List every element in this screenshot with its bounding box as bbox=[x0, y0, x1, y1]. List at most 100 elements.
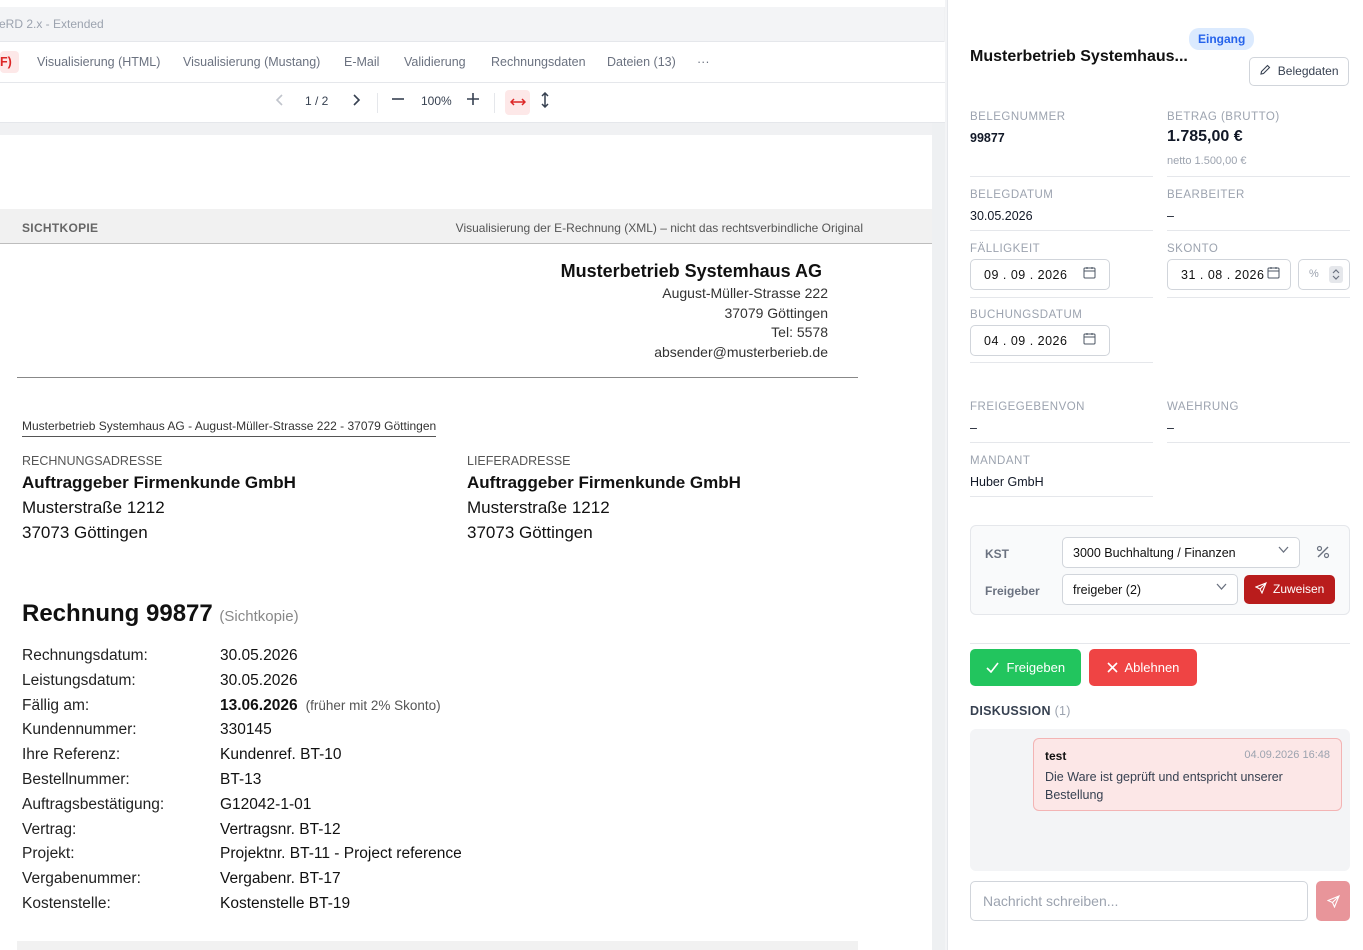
fit-width-icon[interactable] bbox=[505, 90, 530, 115]
invoice-title: Rechnung 99877 (Sichtkopie) bbox=[22, 600, 299, 628]
separator bbox=[377, 93, 378, 113]
direction-badge: Eingang bbox=[1189, 28, 1255, 50]
billing-label: RECHNUNGSADRESSE bbox=[22, 454, 163, 468]
detail-value-text: Vertragsnr. BT-12 bbox=[220, 820, 341, 838]
chevron-left-icon[interactable] bbox=[270, 92, 290, 112]
table-header-strip bbox=[17, 941, 858, 950]
betrag-value: 1.785,00 € bbox=[1167, 128, 1243, 145]
calendar-icon[interactable] bbox=[1083, 332, 1096, 348]
detail-value: Vertragsnr. BT-12 bbox=[220, 821, 341, 839]
zoom-out-icon[interactable] bbox=[388, 92, 408, 112]
buchungsdatum-value: 04 . 09 . 2026 bbox=[984, 334, 1068, 348]
detail-label: Ihre Referenz: bbox=[22, 746, 121, 764]
zuweisen-label: Zuweisen bbox=[1272, 582, 1325, 596]
invoice-title-text: Rechnung 99877 bbox=[22, 600, 213, 627]
netto-value: netto 1.500,00 € bbox=[1167, 155, 1247, 167]
detail-value-text: Kostenstelle BT-19 bbox=[220, 895, 351, 912]
detail-label: Bestellnummer: bbox=[22, 771, 130, 788]
tab-validierung[interactable]: Validierung bbox=[404, 55, 466, 69]
tab-email[interactable]: E-Mail bbox=[344, 55, 379, 69]
detail-value: Kundenref. BT-10 bbox=[220, 746, 342, 764]
detail-label: Vertrag: bbox=[22, 820, 77, 838]
divider bbox=[970, 643, 1350, 644]
detail-value-text: Projektnr. BT-11 - Project reference bbox=[220, 845, 462, 863]
message-input[interactable]: Nachricht schreiben... bbox=[970, 881, 1308, 921]
document-viewer: eRD 2.x - Extended F) Visualisierung (HT… bbox=[0, 0, 945, 950]
calendar-icon[interactable] bbox=[1083, 266, 1096, 282]
belegnummer-field: BELEGNUMMER 99877 bbox=[970, 111, 1153, 177]
viewer-scrollbar[interactable] bbox=[932, 123, 945, 950]
more-tabs-icon[interactable]: ··· bbox=[697, 55, 710, 69]
tab-visualisierung-html[interactable]: Visualisierung (HTML) bbox=[37, 55, 160, 69]
freigegebenvon-field: FREIGEGEBENVON – bbox=[970, 401, 1153, 443]
detail-label: Leistungsdatum: bbox=[22, 671, 136, 689]
detail-value-text: Kundenref. BT-10 bbox=[220, 746, 342, 764]
chevron-right-icon[interactable] bbox=[346, 92, 366, 112]
skonto-date-input[interactable]: 31 . 08 . 2026 bbox=[1167, 259, 1291, 290]
separator bbox=[494, 93, 495, 113]
tab-pdf[interactable]: F) bbox=[0, 51, 19, 73]
waehrung-field: WAEHRUNG – bbox=[1167, 401, 1350, 443]
discussion-heading: DISKUSSION (1) bbox=[970, 704, 1071, 718]
discussion-count: (1) bbox=[1054, 704, 1071, 718]
belegdaten-button[interactable]: Belegdaten bbox=[1249, 57, 1349, 86]
company-title: Musterbetrieb Systemhaus... bbox=[970, 48, 1188, 65]
detail-note: (früher mit 2% Skonto) bbox=[305, 697, 441, 713]
header-rule bbox=[17, 377, 858, 378]
bearbeiter-value: – bbox=[1167, 209, 1174, 223]
skonto-value: 31 . 08 . 2026 bbox=[1181, 268, 1265, 282]
ablehnen-button[interactable]: Ablehnen bbox=[1089, 649, 1197, 686]
send-icon bbox=[1254, 582, 1273, 596]
detail-label: Auftragsbestätigung: bbox=[22, 795, 165, 813]
viewer-title: eRD 2.x - Extended bbox=[0, 7, 944, 42]
faelligkeit-value: 09 . 09 . 2026 bbox=[984, 268, 1068, 282]
betrag-field: BETRAG (BRUTTO) 1.785,00 € netto 1.500,0… bbox=[1167, 111, 1350, 177]
faelligkeit-label: FÄLLIGKEIT bbox=[970, 243, 1041, 255]
faelligkeit-date-input[interactable]: 09 . 09 . 2026 bbox=[970, 259, 1110, 290]
fit-height-icon[interactable] bbox=[535, 91, 555, 112]
freigeben-button[interactable]: Freigeben bbox=[970, 649, 1081, 686]
sender-address-line: Musterbetrieb Systemhaus AG - August-Mül… bbox=[22, 419, 437, 437]
percent-split-icon[interactable] bbox=[1316, 545, 1330, 564]
send-icon bbox=[1326, 893, 1340, 909]
belegdaten-label: Belegdaten bbox=[1277, 64, 1339, 78]
sender-email: absender@musterberieb.de bbox=[654, 344, 828, 360]
tab-rechnungsdaten[interactable]: Rechnungsdaten bbox=[491, 55, 586, 69]
message-time: 04.09.2026 16:48 bbox=[1244, 749, 1330, 761]
sichtkopie-banner: SICHTKOPIE Visualisierung der E-Rechnung… bbox=[0, 209, 932, 244]
sender-city: 37079 Göttingen bbox=[724, 305, 828, 321]
zoom-in-icon[interactable] bbox=[463, 92, 483, 112]
detail-value: G12042-1-01 bbox=[220, 796, 311, 814]
delivery-city: 37073 Göttingen bbox=[467, 523, 593, 542]
delivery-label: LIEFERADRESSE bbox=[467, 454, 571, 468]
chevron-down-icon bbox=[1216, 581, 1227, 595]
chat-message: test 04.09.2026 16:48 Die Ware ist geprü… bbox=[1033, 738, 1342, 811]
skonto-percent-input[interactable]: % bbox=[1298, 259, 1350, 290]
sender-name: Musterbetrieb Systemhaus AG bbox=[560, 261, 822, 281]
viewer-toolbar: 1 / 2 100% bbox=[0, 83, 945, 123]
detail-value-text: G12042-1-01 bbox=[220, 795, 312, 813]
belegnummer-value: 99877 bbox=[970, 131, 1005, 145]
waehrung-label: WAEHRUNG bbox=[1167, 401, 1239, 413]
mandant-value: Huber GmbH bbox=[970, 475, 1044, 489]
detail-label: Vergabenummer: bbox=[22, 870, 141, 888]
tab-visualisierung-mustang[interactable]: Visualisierung (Mustang) bbox=[183, 55, 320, 69]
detail-value: BT-13 bbox=[220, 771, 261, 789]
stepper-icon[interactable] bbox=[1329, 266, 1343, 283]
send-message-button[interactable] bbox=[1316, 881, 1350, 921]
freigegebenvon-value: – bbox=[970, 421, 977, 435]
buchungsdatum-date-input[interactable]: 04 . 09 . 2026 bbox=[970, 325, 1110, 356]
assignment-box: KST 3000 Buchhaltung / Finanzen Freigebe… bbox=[970, 525, 1350, 615]
detail-value: 30.05.2026 bbox=[220, 647, 298, 665]
calendar-icon[interactable] bbox=[1267, 266, 1280, 282]
tab-dateien[interactable]: Dateien (13) bbox=[607, 55, 676, 69]
mandant-field: MANDANT Huber GmbH bbox=[970, 455, 1153, 497]
detail-value: 30.05.2026 bbox=[220, 672, 298, 690]
ablehnen-label: Ablehnen bbox=[1124, 660, 1180, 675]
freigeber-select[interactable]: freigeber (2) bbox=[1062, 574, 1238, 605]
delivery-name: Auftraggeber Firmenkunde GmbH bbox=[467, 473, 741, 492]
zuweisen-button[interactable]: Zuweisen bbox=[1244, 575, 1335, 604]
close-icon bbox=[1106, 660, 1125, 675]
kst-select[interactable]: 3000 Buchhaltung / Finanzen bbox=[1062, 537, 1300, 568]
detail-label: Projekt: bbox=[22, 845, 75, 863]
